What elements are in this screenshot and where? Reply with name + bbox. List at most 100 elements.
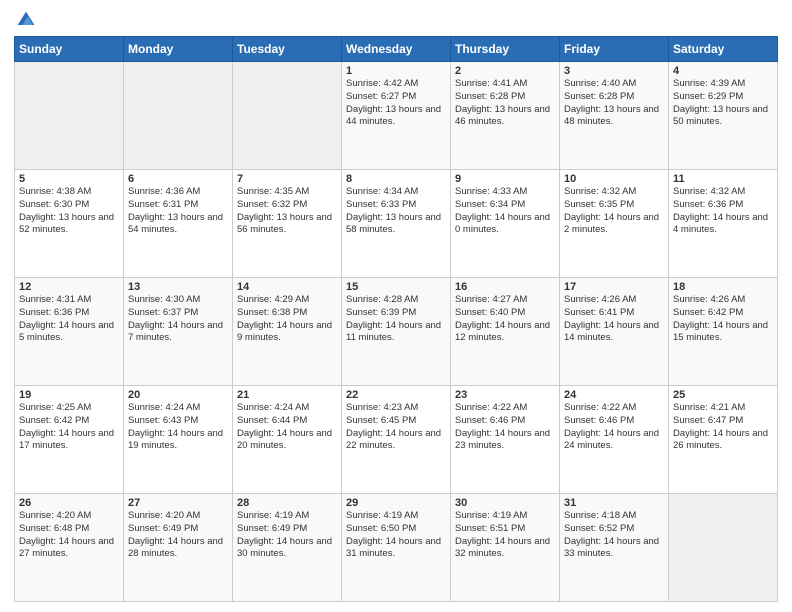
- day-cell: 22Sunrise: 4:23 AMSunset: 6:45 PMDayligh…: [342, 386, 451, 494]
- day-cell: [15, 62, 124, 170]
- day-cell: 31Sunrise: 4:18 AMSunset: 6:52 PMDayligh…: [560, 494, 669, 602]
- day-info: Sunrise: 4:32 AMSunset: 6:36 PMDaylight:…: [673, 186, 773, 237]
- day-info: Sunrise: 4:31 AMSunset: 6:36 PMDaylight:…: [19, 294, 119, 345]
- day-info: Sunrise: 4:19 AMSunset: 6:49 PMDaylight:…: [237, 510, 337, 561]
- day-info: Sunrise: 4:38 AMSunset: 6:30 PMDaylight:…: [19, 186, 119, 237]
- day-number: 25: [673, 389, 773, 401]
- day-number: 6: [128, 173, 228, 185]
- logo-icon: [16, 10, 36, 30]
- col-header-monday: Monday: [124, 37, 233, 62]
- week-row-1: 1Sunrise: 4:42 AMSunset: 6:27 PMDaylight…: [15, 62, 778, 170]
- day-cell: 15Sunrise: 4:28 AMSunset: 6:39 PMDayligh…: [342, 278, 451, 386]
- col-header-friday: Friday: [560, 37, 669, 62]
- day-number: 31: [564, 497, 664, 509]
- day-info: Sunrise: 4:34 AMSunset: 6:33 PMDaylight:…: [346, 186, 446, 237]
- day-info: Sunrise: 4:40 AMSunset: 6:28 PMDaylight:…: [564, 78, 664, 129]
- day-info: Sunrise: 4:19 AMSunset: 6:51 PMDaylight:…: [455, 510, 555, 561]
- day-cell: 14Sunrise: 4:29 AMSunset: 6:38 PMDayligh…: [233, 278, 342, 386]
- day-number: 10: [564, 173, 664, 185]
- day-cell: 28Sunrise: 4:19 AMSunset: 6:49 PMDayligh…: [233, 494, 342, 602]
- day-info: Sunrise: 4:42 AMSunset: 6:27 PMDaylight:…: [346, 78, 446, 129]
- day-info: Sunrise: 4:25 AMSunset: 6:42 PMDaylight:…: [19, 402, 119, 453]
- day-cell: 11Sunrise: 4:32 AMSunset: 6:36 PMDayligh…: [669, 170, 778, 278]
- day-cell: 27Sunrise: 4:20 AMSunset: 6:49 PMDayligh…: [124, 494, 233, 602]
- day-info: Sunrise: 4:24 AMSunset: 6:44 PMDaylight:…: [237, 402, 337, 453]
- day-number: 20: [128, 389, 228, 401]
- col-header-thursday: Thursday: [451, 37, 560, 62]
- day-info: Sunrise: 4:35 AMSunset: 6:32 PMDaylight:…: [237, 186, 337, 237]
- day-cell: 30Sunrise: 4:19 AMSunset: 6:51 PMDayligh…: [451, 494, 560, 602]
- day-info: Sunrise: 4:18 AMSunset: 6:52 PMDaylight:…: [564, 510, 664, 561]
- day-info: Sunrise: 4:22 AMSunset: 6:46 PMDaylight:…: [455, 402, 555, 453]
- day-info: Sunrise: 4:23 AMSunset: 6:45 PMDaylight:…: [346, 402, 446, 453]
- day-cell: [669, 494, 778, 602]
- day-info: Sunrise: 4:28 AMSunset: 6:39 PMDaylight:…: [346, 294, 446, 345]
- day-number: 19: [19, 389, 119, 401]
- day-info: Sunrise: 4:20 AMSunset: 6:48 PMDaylight:…: [19, 510, 119, 561]
- day-cell: 26Sunrise: 4:20 AMSunset: 6:48 PMDayligh…: [15, 494, 124, 602]
- day-number: 5: [19, 173, 119, 185]
- week-row-4: 19Sunrise: 4:25 AMSunset: 6:42 PMDayligh…: [15, 386, 778, 494]
- header: [14, 10, 778, 30]
- day-cell: 25Sunrise: 4:21 AMSunset: 6:47 PMDayligh…: [669, 386, 778, 494]
- day-number: 21: [237, 389, 337, 401]
- day-number: 28: [237, 497, 337, 509]
- day-cell: 4Sunrise: 4:39 AMSunset: 6:29 PMDaylight…: [669, 62, 778, 170]
- day-number: 8: [346, 173, 446, 185]
- day-info: Sunrise: 4:21 AMSunset: 6:47 PMDaylight:…: [673, 402, 773, 453]
- day-cell: 18Sunrise: 4:26 AMSunset: 6:42 PMDayligh…: [669, 278, 778, 386]
- day-cell: 17Sunrise: 4:26 AMSunset: 6:41 PMDayligh…: [560, 278, 669, 386]
- day-number: 26: [19, 497, 119, 509]
- day-info: Sunrise: 4:33 AMSunset: 6:34 PMDaylight:…: [455, 186, 555, 237]
- day-number: 1: [346, 65, 446, 77]
- week-row-3: 12Sunrise: 4:31 AMSunset: 6:36 PMDayligh…: [15, 278, 778, 386]
- day-number: 23: [455, 389, 555, 401]
- day-number: 9: [455, 173, 555, 185]
- day-info: Sunrise: 4:30 AMSunset: 6:37 PMDaylight:…: [128, 294, 228, 345]
- col-header-sunday: Sunday: [15, 37, 124, 62]
- day-number: 15: [346, 281, 446, 293]
- day-cell: [233, 62, 342, 170]
- day-info: Sunrise: 4:41 AMSunset: 6:28 PMDaylight:…: [455, 78, 555, 129]
- day-cell: 1Sunrise: 4:42 AMSunset: 6:27 PMDaylight…: [342, 62, 451, 170]
- day-cell: 6Sunrise: 4:36 AMSunset: 6:31 PMDaylight…: [124, 170, 233, 278]
- day-cell: 29Sunrise: 4:19 AMSunset: 6:50 PMDayligh…: [342, 494, 451, 602]
- day-info: Sunrise: 4:20 AMSunset: 6:49 PMDaylight:…: [128, 510, 228, 561]
- day-number: 12: [19, 281, 119, 293]
- day-cell: 24Sunrise: 4:22 AMSunset: 6:46 PMDayligh…: [560, 386, 669, 494]
- day-number: 22: [346, 389, 446, 401]
- day-cell: 8Sunrise: 4:34 AMSunset: 6:33 PMDaylight…: [342, 170, 451, 278]
- day-cell: 19Sunrise: 4:25 AMSunset: 6:42 PMDayligh…: [15, 386, 124, 494]
- day-number: 29: [346, 497, 446, 509]
- day-number: 7: [237, 173, 337, 185]
- day-cell: 10Sunrise: 4:32 AMSunset: 6:35 PMDayligh…: [560, 170, 669, 278]
- day-cell: 9Sunrise: 4:33 AMSunset: 6:34 PMDaylight…: [451, 170, 560, 278]
- day-number: 11: [673, 173, 773, 185]
- day-info: Sunrise: 4:29 AMSunset: 6:38 PMDaylight:…: [237, 294, 337, 345]
- day-info: Sunrise: 4:36 AMSunset: 6:31 PMDaylight:…: [128, 186, 228, 237]
- day-number: 30: [455, 497, 555, 509]
- day-number: 27: [128, 497, 228, 509]
- day-number: 13: [128, 281, 228, 293]
- day-number: 18: [673, 281, 773, 293]
- logo: [14, 10, 36, 30]
- day-cell: 16Sunrise: 4:27 AMSunset: 6:40 PMDayligh…: [451, 278, 560, 386]
- calendar-header-row: SundayMondayTuesdayWednesdayThursdayFrid…: [15, 37, 778, 62]
- day-number: 14: [237, 281, 337, 293]
- day-info: Sunrise: 4:27 AMSunset: 6:40 PMDaylight:…: [455, 294, 555, 345]
- week-row-5: 26Sunrise: 4:20 AMSunset: 6:48 PMDayligh…: [15, 494, 778, 602]
- page: SundayMondayTuesdayWednesdayThursdayFrid…: [0, 0, 792, 612]
- week-row-2: 5Sunrise: 4:38 AMSunset: 6:30 PMDaylight…: [15, 170, 778, 278]
- day-cell: 2Sunrise: 4:41 AMSunset: 6:28 PMDaylight…: [451, 62, 560, 170]
- day-cell: 13Sunrise: 4:30 AMSunset: 6:37 PMDayligh…: [124, 278, 233, 386]
- day-cell: 20Sunrise: 4:24 AMSunset: 6:43 PMDayligh…: [124, 386, 233, 494]
- day-number: 3: [564, 65, 664, 77]
- day-info: Sunrise: 4:26 AMSunset: 6:42 PMDaylight:…: [673, 294, 773, 345]
- day-number: 2: [455, 65, 555, 77]
- day-number: 24: [564, 389, 664, 401]
- day-number: 4: [673, 65, 773, 77]
- day-info: Sunrise: 4:19 AMSunset: 6:50 PMDaylight:…: [346, 510, 446, 561]
- day-info: Sunrise: 4:32 AMSunset: 6:35 PMDaylight:…: [564, 186, 664, 237]
- day-cell: 12Sunrise: 4:31 AMSunset: 6:36 PMDayligh…: [15, 278, 124, 386]
- day-number: 16: [455, 281, 555, 293]
